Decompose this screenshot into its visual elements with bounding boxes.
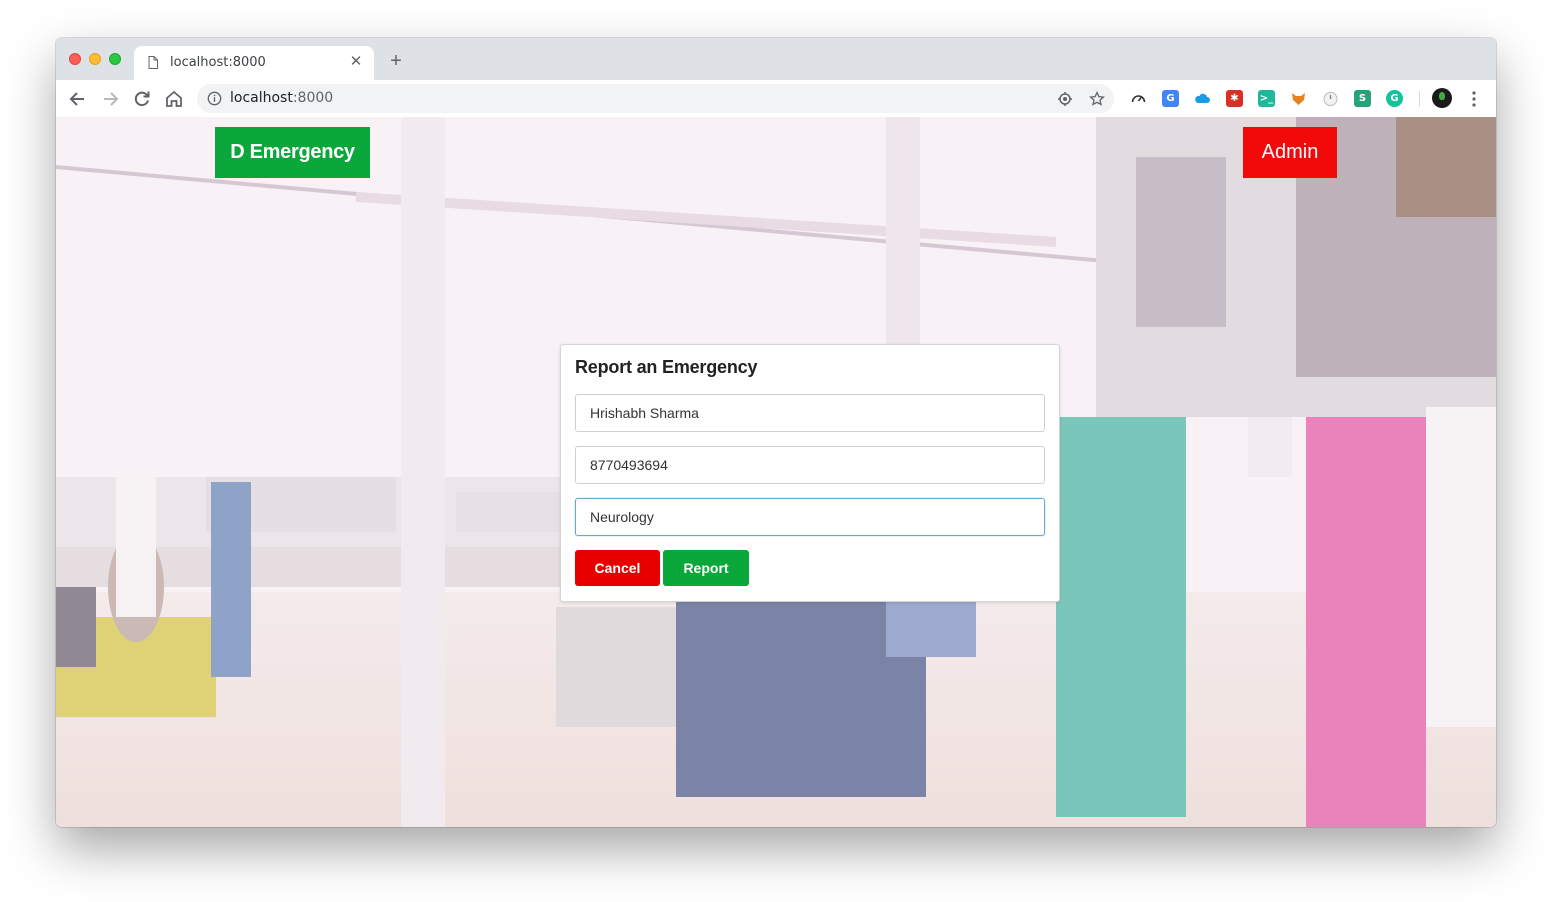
page-viewport: D Emergency Admin Report an Emergency Ca… [56, 117, 1496, 827]
translate-extension-icon[interactable]: G [1162, 90, 1179, 107]
toolbar-divider [1419, 91, 1420, 107]
timer-extension-icon[interactable] [1322, 90, 1339, 107]
browser-tab[interactable]: localhost:8000 ✕ [134, 46, 374, 80]
browser-window: localhost:8000 ✕ + localhost:8000 G ✱ >_… [56, 38, 1496, 827]
more-vert-icon[interactable] [1469, 89, 1479, 109]
department-input[interactable] [575, 498, 1045, 536]
card-title: Report an Emergency [575, 357, 758, 377]
grammarly-extension-icon[interactable]: G [1386, 90, 1403, 107]
location-icon[interactable] [1057, 91, 1073, 107]
reload-icon[interactable] [131, 88, 153, 110]
s-extension-icon[interactable]: S [1354, 90, 1371, 107]
title-bar: localhost:8000 ✕ + [56, 38, 1496, 80]
back-arrow-icon[interactable] [67, 88, 89, 110]
browser-toolbar: localhost:8000 G ✱ >_ S G [56, 80, 1496, 118]
forward-arrow-icon[interactable] [99, 88, 121, 110]
home-icon[interactable] [163, 88, 185, 110]
report-emergency-card: Report an Emergency Cancel Report [560, 344, 1060, 602]
brand-button[interactable]: D Emergency [215, 127, 370, 178]
cancel-button[interactable]: Cancel [575, 550, 660, 586]
address-bar[interactable]: localhost:8000 [197, 84, 1114, 113]
bug-extension-icon[interactable]: ✱ [1226, 90, 1243, 107]
cloud-extension-icon[interactable] [1194, 90, 1211, 107]
star-icon[interactable] [1089, 91, 1105, 107]
document-icon [148, 56, 158, 69]
minimize-window-button[interactable] [89, 53, 101, 65]
close-window-button[interactable] [69, 53, 81, 65]
report-button[interactable]: Report [663, 550, 749, 586]
name-input[interactable] [575, 394, 1045, 432]
tab-close-icon[interactable]: ✕ [348, 52, 364, 72]
profile-avatar[interactable] [1432, 88, 1452, 108]
info-icon[interactable] [207, 91, 222, 106]
phone-input[interactable] [575, 446, 1045, 484]
new-tab-icon[interactable]: + [386, 50, 406, 72]
tab-title: localhost:8000 [170, 55, 266, 70]
speedometer-extension-icon[interactable] [1130, 90, 1147, 107]
fox-extension-icon[interactable] [1290, 90, 1307, 107]
admin-button[interactable]: Admin [1243, 127, 1337, 178]
terminal-extension-icon[interactable]: >_ [1258, 90, 1275, 107]
maximize-window-button[interactable] [109, 53, 121, 65]
url-text: localhost:8000 [230, 90, 334, 106]
